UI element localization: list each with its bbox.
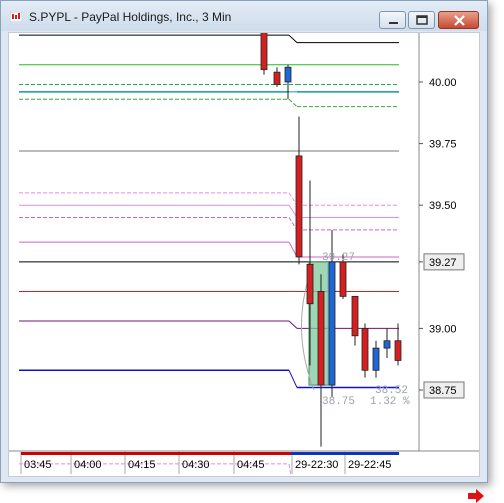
candle-body xyxy=(394,340,402,361)
time-tick-label: 03:45 xyxy=(24,459,52,471)
price-chart[interactable]: 39.2738.5238.75 1.32 %40.0039.7539.5039.2… xyxy=(9,33,479,476)
minimize-icon xyxy=(389,22,398,24)
price-tick-label: 39.75 xyxy=(429,139,457,151)
candle-body xyxy=(306,263,314,305)
candle-body xyxy=(328,261,336,386)
chart-window: S.PYPL - PayPal Holdings, Inc., 3 Min 39… xyxy=(0,0,488,503)
time-tick-label: 04:00 xyxy=(74,459,102,471)
price-tick-label: 38.75 xyxy=(429,385,457,397)
candle-body xyxy=(295,155,303,258)
session-strip-blue xyxy=(291,452,399,455)
candle-body xyxy=(317,291,325,386)
close-icon xyxy=(454,15,465,26)
maximize-icon xyxy=(416,15,428,25)
time-tick-label: 29-22:45 xyxy=(348,459,391,471)
maximize-button[interactable] xyxy=(408,11,435,29)
chart-area[interactable]: 39.27 38.52 38.75 1.32 % 40.00 39.75 39.50 39.2… xyxy=(8,32,484,503)
time-tick-label: 04:30 xyxy=(182,459,210,471)
title-bar[interactable]: S.PYPL - PayPal Holdings, Inc., 3 Min xyxy=(1,1,487,31)
price-tick-label: 39.00 xyxy=(429,323,457,335)
session-strip-red xyxy=(21,452,291,455)
time-tick-label: 04:15 xyxy=(128,459,156,471)
candle-body xyxy=(260,33,268,71)
candle-body xyxy=(284,66,292,83)
chart-app-icon xyxy=(10,12,22,22)
candle-body xyxy=(351,295,359,337)
time-tick-label: 04:45 xyxy=(237,459,265,471)
time-tick-label: 29-22:30 xyxy=(295,459,338,471)
range-high-label: 39.27 xyxy=(322,252,355,264)
range-percent-label: 1.32 % xyxy=(370,396,410,408)
close-button[interactable] xyxy=(438,11,479,29)
price-tick-label: 39.50 xyxy=(429,200,457,212)
candle-body xyxy=(273,71,281,85)
candle-body xyxy=(361,327,369,371)
red-arrow-right-icon[interactable] xyxy=(467,489,485,503)
price-tick-label: 39.27 xyxy=(429,257,457,269)
candle-body xyxy=(339,261,347,297)
minimize-button[interactable] xyxy=(379,11,406,29)
window-title: S.PYPL - PayPal Holdings, Inc., 3 Min xyxy=(29,10,232,24)
range-low-secondary-label: 38.75 xyxy=(322,396,355,408)
candle-body xyxy=(372,347,380,371)
candle-body xyxy=(383,340,391,349)
price-tick-label: 40.00 xyxy=(429,77,457,89)
